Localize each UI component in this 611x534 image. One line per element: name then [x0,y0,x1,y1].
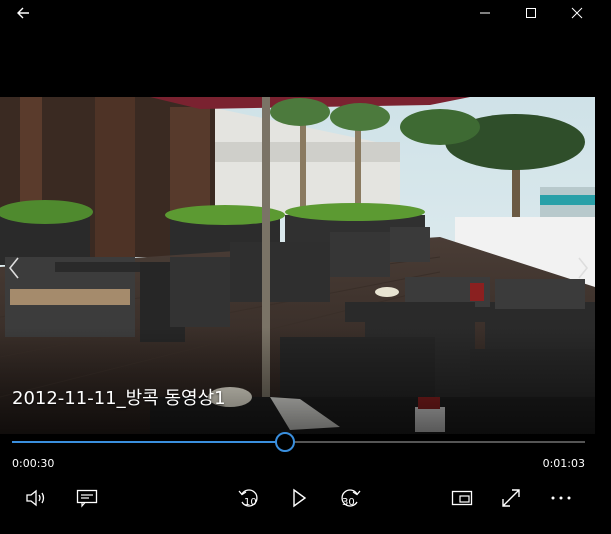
title-bar [0,0,611,26]
elapsed-time: 0:00:30 [12,457,55,470]
close-button[interactable] [554,0,600,26]
play-icon [293,488,307,508]
volume-button[interactable] [22,484,52,512]
total-time: 0:01:03 [542,457,585,470]
maximize-icon [526,8,536,18]
play-button[interactable] [284,484,314,512]
minimize-icon [480,12,490,14]
chevron-left-icon [8,257,19,279]
chevron-right-icon [578,257,589,279]
volume-icon [26,489,45,507]
close-icon [571,7,583,19]
fullscreen-button[interactable] [496,484,526,512]
fullscreen-icon [502,489,520,507]
skip-forward-label: 30 [342,497,355,508]
subtitles-button[interactable] [72,484,102,512]
seek-progress [12,441,285,443]
skip-back-label: 10 [244,497,257,508]
more-options-button[interactable] [546,484,576,512]
mini-view-button[interactable] [447,484,477,512]
mini-view-icon [451,490,473,506]
next-item-button[interactable] [571,250,595,286]
minimize-button[interactable] [462,0,508,26]
previous-item-button[interactable] [2,250,26,286]
seek-bar[interactable] [12,432,585,452]
seek-thumb[interactable] [274,432,295,452]
back-arrow-icon [17,7,29,19]
skip-back-button[interactable]: 10 [235,484,265,512]
skip-forward-button[interactable]: 30 [334,484,364,512]
subtitles-icon [76,489,98,508]
more-icon [551,496,571,500]
video-title: 2012-11-11_방콕 동영상1 [12,388,226,409]
maximize-button[interactable] [508,0,554,26]
back-button[interactable] [0,0,46,26]
